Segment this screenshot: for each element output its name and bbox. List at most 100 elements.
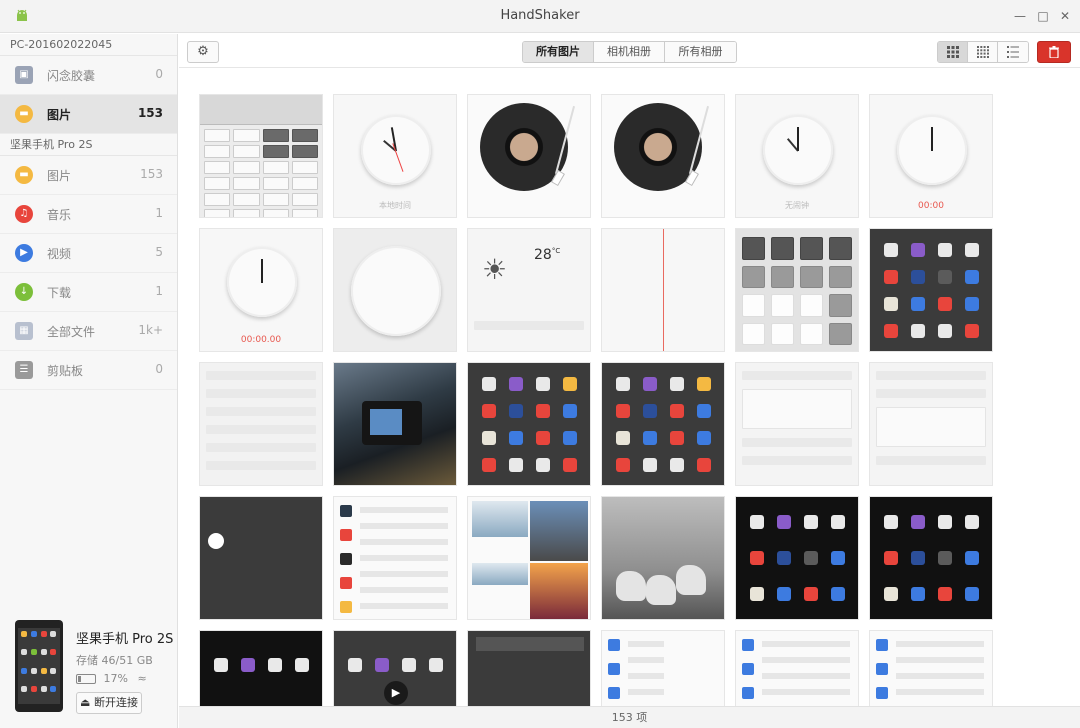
gear-icon: ⚙ (197, 44, 209, 59)
sun-icon: ☀ (482, 253, 508, 286)
image-icon: ▬ (15, 166, 33, 184)
tab-all-images[interactable]: 所有图片 (523, 42, 594, 62)
delete-button[interactable] (1037, 41, 1071, 63)
thumbnail-horses-photo[interactable] (601, 496, 725, 620)
sidebar-item-label: 音乐 (47, 208, 72, 222)
thumbnail-weather[interactable]: ☀ 28°C (467, 228, 591, 352)
thumbnail-video[interactable]: ▶ (333, 630, 457, 706)
sidebar-item-count: 0 (155, 362, 163, 376)
maximize-button[interactable]: □ (1035, 8, 1051, 24)
sidebar-item-video[interactable]: ▶ 视频 5 (0, 234, 177, 273)
phone-thumbnail (15, 620, 63, 712)
tab-camera-album[interactable]: 相机相册 (594, 42, 665, 62)
thumbnail-music-player[interactable] (601, 94, 725, 218)
sidebar-item-count: 1 (155, 206, 163, 220)
device-panel: 坚果手机 Pro 2S 存储 46/51 GB 17% ≈ ⏏ 断开连接 (0, 614, 178, 724)
sidebar-item-count: 153 (137, 106, 163, 120)
thumbnail-tutorial[interactable] (735, 362, 859, 486)
sidebar-item-clipboard[interactable]: ☰ 剪贴板 0 (0, 351, 177, 390)
large-grid-view-button[interactable] (938, 42, 968, 62)
list-view-button[interactable] (998, 42, 1028, 62)
sidebar-item-label: 图片 (47, 169, 72, 183)
sidebar-item-label: 闪念胶囊 (47, 69, 96, 83)
album-tabs: 所有图片 相机相册 所有相册 (522, 41, 737, 63)
settings-button[interactable]: ⚙ (187, 41, 219, 63)
trash-icon (1049, 46, 1059, 58)
thumbnail-caption: 无闹钟 (785, 201, 809, 210)
thumbnail-dark-screen[interactable] (199, 496, 323, 620)
thumbnail-contacts[interactable] (869, 630, 993, 706)
sidebar-item-label: 剪贴板 (47, 364, 84, 378)
video-icon: ▶ (15, 244, 33, 262)
tab-all-albums[interactable]: 所有相册 (665, 42, 736, 62)
play-icon: ▶ (384, 681, 408, 705)
sidebar-item-count: 1 (155, 284, 163, 298)
battery-level: 17% (103, 672, 128, 685)
thumbnail-alarm[interactable]: 无闹钟 (735, 94, 859, 218)
thumbnail-contacts[interactable] (735, 630, 859, 706)
files-icon: ▦ (15, 322, 33, 340)
clipboard-icon: ☰ (15, 361, 33, 379)
thumbnail-grid: 本地时间 无闹钟 00:00 00:00.00 ☀ 28°C ▶ (199, 94, 993, 706)
device-name: 坚果手机 Pro 2S (76, 632, 174, 647)
window-title: HandShaker (500, 8, 580, 23)
thumbnail-tutorial[interactable] (869, 362, 993, 486)
thumbnail-world-clock[interactable]: 本地时间 (333, 94, 457, 218)
wifi-icon: ≈ (137, 672, 147, 685)
list-view-icon (1007, 46, 1019, 58)
image-gallery: 本地时间 无闹钟 00:00 00:00.00 ☀ 28°C ▶ (179, 69, 1080, 706)
toolbar: ⚙ 所有图片 相机相册 所有相册 (179, 34, 1080, 68)
image-icon: ▬ (15, 105, 33, 123)
phone-group-header: 坚果手机 Pro 2S (0, 134, 177, 156)
minimize-button[interactable]: — (1012, 8, 1028, 24)
small-grid-icon (976, 46, 989, 58)
battery-icon (76, 674, 96, 684)
large-grid-icon (946, 46, 959, 58)
thumbnail-contacts[interactable] (601, 630, 725, 706)
sidebar-item-count: 0 (155, 67, 163, 81)
thumbnail-home-screen[interactable] (467, 362, 591, 486)
close-button[interactable]: ✕ (1057, 8, 1073, 24)
device-battery: 17% ≈ (76, 672, 147, 685)
thumbnail-dark-screen[interactable] (467, 630, 591, 706)
sidebar-item-label: 全部文件 (47, 325, 96, 339)
thumbnail-home-screen[interactable] (735, 496, 859, 620)
sidebar-item-count: 153 (140, 167, 163, 181)
thumbnail-caption: 00:00.00 (240, 335, 282, 345)
sidebar-item-images[interactable]: ▬ 图片 153 (0, 156, 177, 195)
sidebar: PC-201602022045 ▣ 闪念胶囊 0 ▬ 图片 153 坚果手机 P… (0, 34, 178, 728)
thumbnail-home-screen[interactable] (199, 630, 323, 706)
thumbnail-home-screen[interactable] (869, 496, 993, 620)
thumbnail-compass[interactable] (333, 228, 457, 352)
thumbnail-calculator[interactable] (735, 228, 859, 352)
thumbnail-music-player[interactable] (467, 94, 591, 218)
sidebar-item-pc-images[interactable]: ▬ 图片 153 (0, 95, 177, 134)
thumbnail-timer[interactable]: 00:00 (869, 94, 993, 218)
sidebar-item-all-files[interactable]: ▦ 全部文件 1k+ (0, 312, 177, 351)
sidebar-item-label: 下载 (47, 286, 72, 300)
thumbnail-home-screen[interactable] (869, 228, 993, 352)
thumbnail-gallery-collage[interactable] (467, 496, 591, 620)
thumbnail-app-list[interactable] (333, 496, 457, 620)
thumbnail-calculator[interactable] (199, 94, 323, 218)
sidebar-item-capsule[interactable]: ▣ 闪念胶囊 0 (0, 56, 177, 95)
music-icon: ♫ (15, 205, 33, 223)
small-grid-view-button[interactable] (968, 42, 998, 62)
sidebar-item-label: 视频 (47, 247, 72, 261)
disconnect-button[interactable]: ⏏ 断开连接 (76, 692, 142, 714)
device-storage: 存储 46/51 GB (76, 654, 153, 667)
sidebar-item-count: 1k+ (138, 323, 163, 337)
download-icon: ↓ (15, 283, 33, 301)
thumbnail-camera-photo[interactable] (333, 362, 457, 486)
weather-temperature: 28 (534, 247, 552, 263)
status-bar: 153 项 (179, 706, 1080, 728)
thumbnail-settings[interactable] (199, 362, 323, 486)
sidebar-item-count: 5 (155, 245, 163, 259)
sidebar-item-music[interactable]: ♫ 音乐 1 (0, 195, 177, 234)
sidebar-item-label: 图片 (47, 108, 72, 122)
thumbnail-stopwatch[interactable]: 00:00.00 (199, 228, 323, 352)
sidebar-item-download[interactable]: ↓ 下载 1 (0, 273, 177, 312)
thumbnail-home-screen[interactable] (601, 362, 725, 486)
thumbnail-level[interactable] (601, 228, 725, 352)
capsule-icon: ▣ (15, 66, 33, 84)
